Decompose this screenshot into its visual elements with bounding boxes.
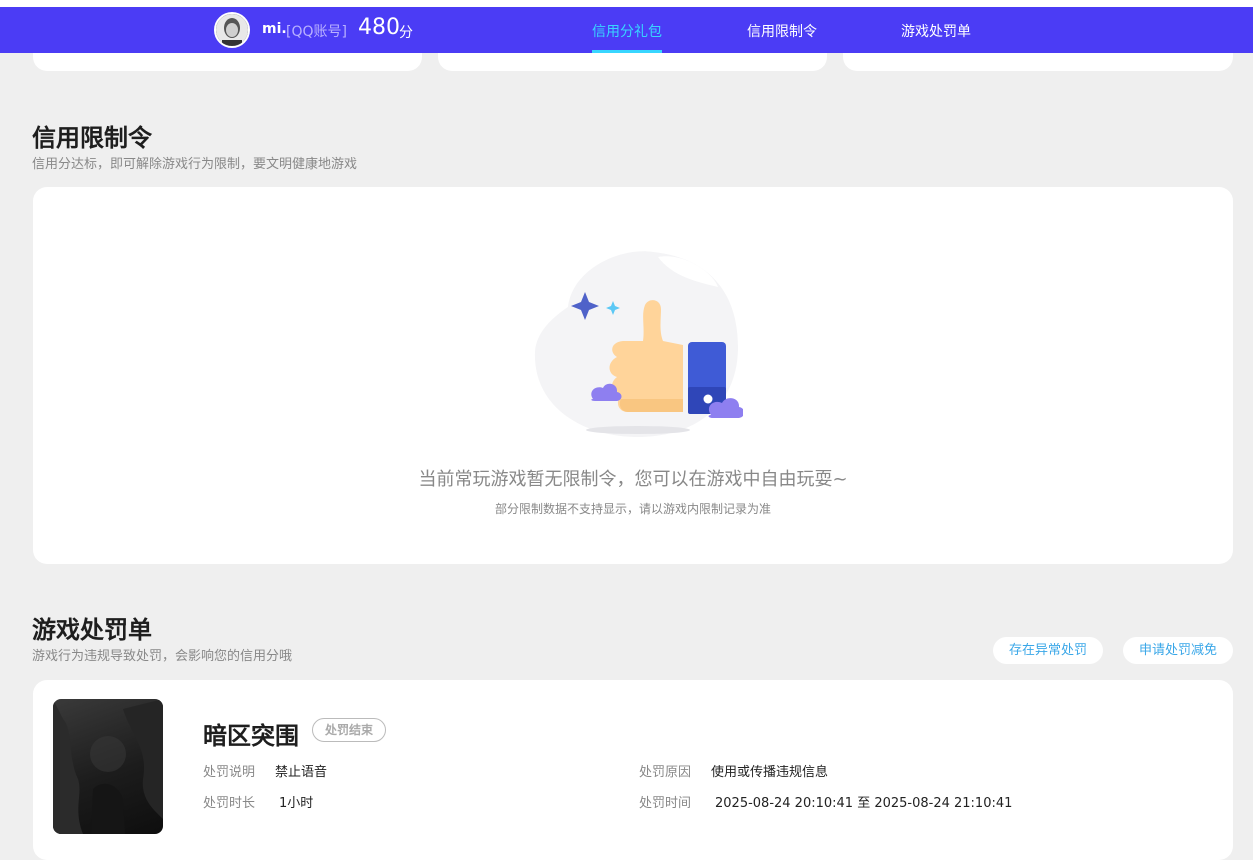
thumbs-up-illustration	[534, 251, 743, 437]
avatar-image	[216, 14, 248, 46]
status-badge: 处罚结束	[312, 718, 387, 742]
tab-game-penalty[interactable]: 游戏处罚单	[901, 21, 971, 41]
active-tab-indicator	[592, 50, 662, 53]
account-type: [QQ账号]	[286, 24, 347, 40]
penalty-reason-label: 处罚原因	[639, 765, 692, 780]
penalty-duration-label: 处罚时长	[203, 796, 256, 811]
empty-state-note: 部分限制数据不支持显示，请以游戏内限制记录为准	[494, 502, 771, 516]
empty-state-message: 当前常玩游戏暂无限制令，您可以在游戏中自由玩耍~	[418, 469, 848, 490]
user-name: mi.	[262, 21, 287, 37]
tab-credit-restriction[interactable]: 信用限制令	[747, 21, 817, 41]
apply-reduction-button[interactable]: 申请处罚减免	[1123, 637, 1233, 664]
top-nav-bar: mi. [QQ账号] 480 分 信用分礼包 信用限制令 游戏处罚单	[0, 7, 1253, 53]
game-cover-art	[53, 699, 163, 834]
credit-score: 480	[358, 15, 400, 40]
game-title: 暗区突围	[203, 722, 299, 750]
abnormal-penalty-button[interactable]: 存在异常处罚	[993, 637, 1103, 664]
penalty-card: 暗区突围 处罚结束 处罚说明 禁止语音 处罚时长 1小时 处罚原因 使用或传播违…	[33, 680, 1233, 860]
penalty-duration-value: 1小时	[279, 796, 314, 811]
credit-score-unit: 分	[399, 25, 413, 41]
top-strip	[0, 0, 1253, 7]
restriction-section-title: 信用限制令	[32, 124, 152, 152]
penalty-desc-value: 禁止语音	[275, 765, 328, 780]
penalty-section-title: 游戏处罚单	[32, 616, 152, 644]
restriction-section-subtitle: 信用分达标，即可解除游戏行为限制，要文明健康地游戏	[32, 157, 358, 172]
penalty-desc-label: 处罚说明	[203, 765, 256, 780]
penalty-reason-value: 使用或传播违规信息	[711, 765, 829, 780]
avatar[interactable]	[214, 12, 250, 48]
penalty-time-label: 处罚时间	[639, 796, 692, 811]
restriction-empty-card: 当前常玩游戏暂无限制令，您可以在游戏中自由玩耍~ 部分限制数据不支持显示，请以游…	[33, 187, 1233, 564]
penalty-time-value: 2025-08-24 20:10:41 至 2025-08-24 21:10:4…	[715, 796, 1013, 811]
game-cover-image	[53, 699, 163, 834]
penalty-section-subtitle: 游戏行为违规导致处罚，会影响您的信用分哦	[32, 649, 293, 664]
tab-credit-gift[interactable]: 信用分礼包	[592, 21, 662, 41]
